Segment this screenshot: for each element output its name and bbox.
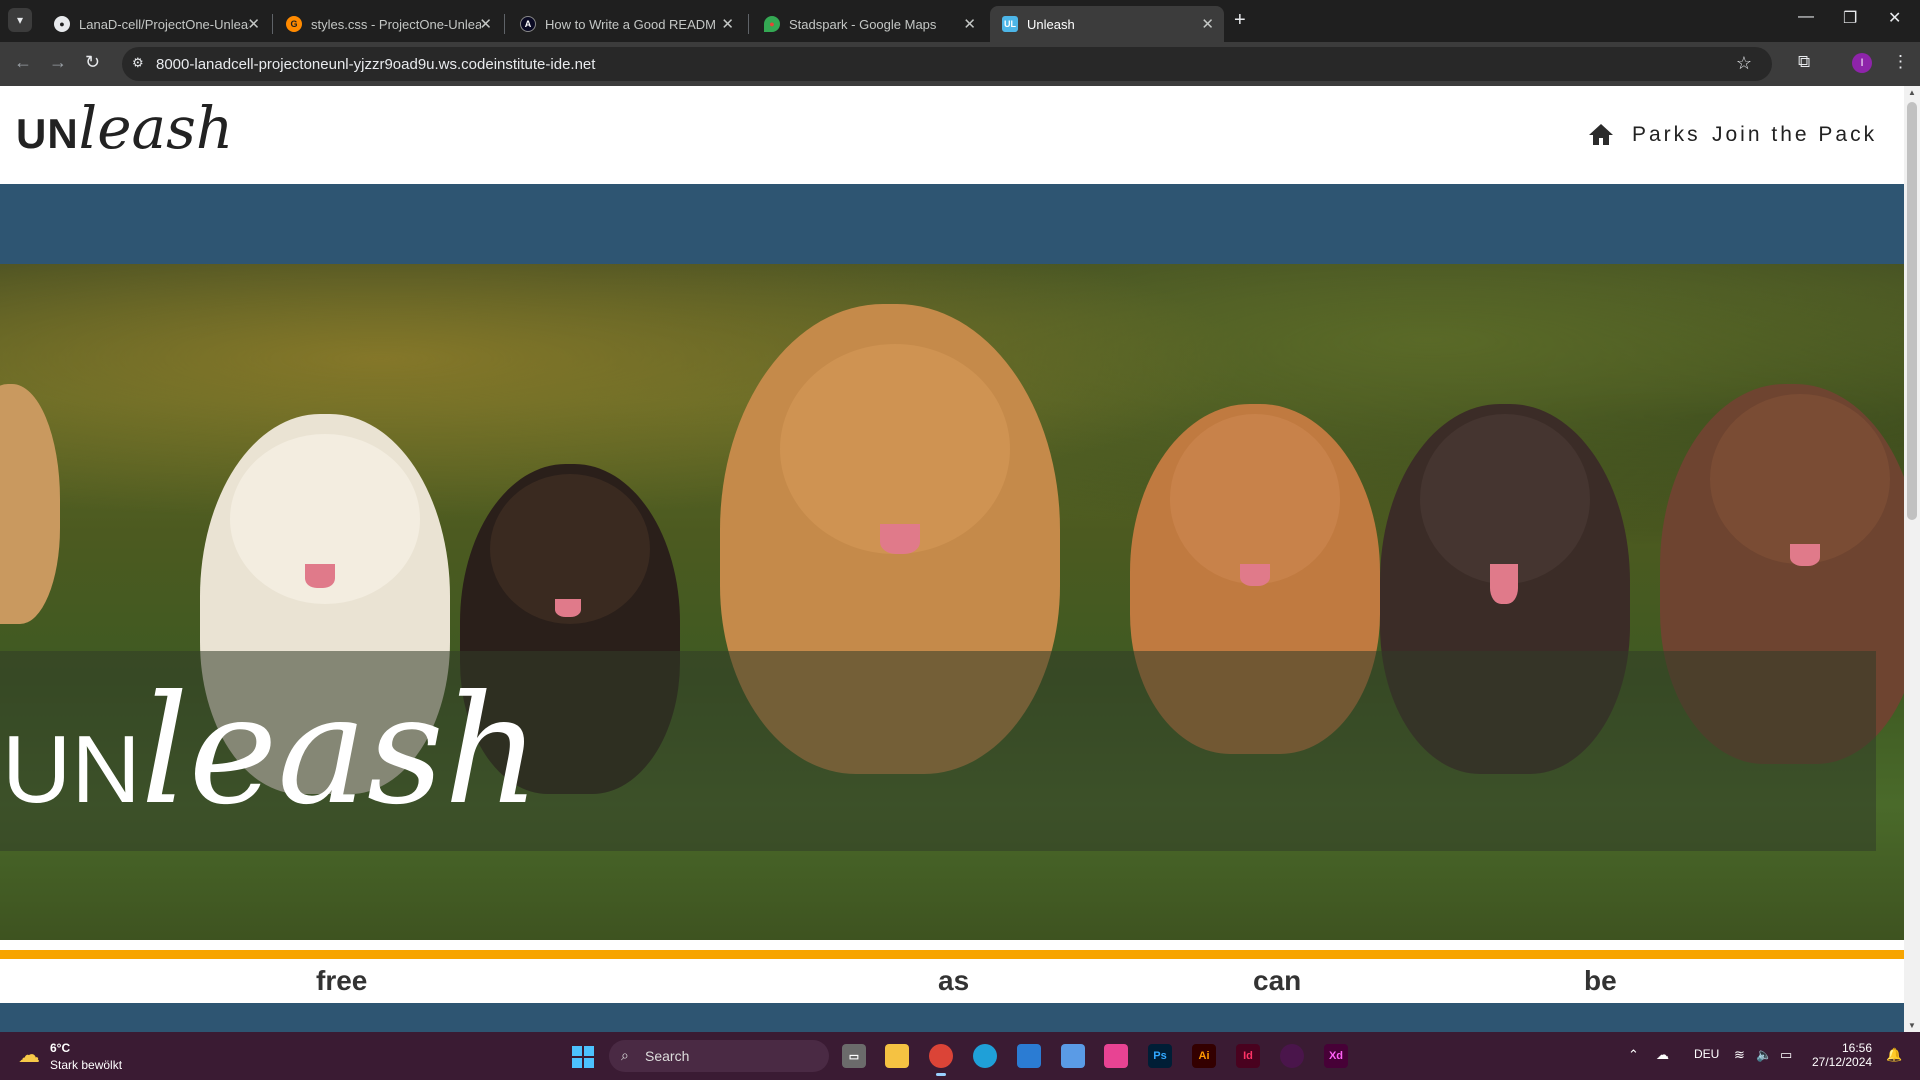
page-viewport: UNleash Parks Join the Pack UNleash free… xyxy=(0,86,1904,1032)
tab-divider xyxy=(504,14,505,34)
illustrator-icon[interactable]: Ai xyxy=(1192,1044,1216,1068)
accent-line xyxy=(0,950,1904,959)
tab-title: Stadspark - Google Maps xyxy=(789,16,937,32)
tab-search-menu-button[interactable]: ▾ xyxy=(8,8,32,32)
tab-title: styles.css - ProjectOne-Unleash xyxy=(311,16,481,32)
next-section-band xyxy=(0,1003,1904,1032)
battery-icon[interactable]: ▭ xyxy=(1780,1047,1792,1063)
close-icon[interactable]: ✕ xyxy=(721,15,734,33)
header-band xyxy=(0,184,1904,264)
windows-start-icon[interactable] xyxy=(572,1046,594,1068)
browser-tab-bar: ▾ ● LanaD-cell/ProjectOne-Unleash ✕ G st… xyxy=(0,0,1920,42)
weather-cloud-icon[interactable]: ☁ xyxy=(18,1042,40,1068)
profile-avatar[interactable]: I xyxy=(1852,53,1872,73)
extensions-icon[interactable]: ⧉ xyxy=(1798,52,1810,72)
tagline-word: can xyxy=(1253,965,1302,996)
close-icon[interactable]: ✕ xyxy=(247,15,260,33)
logo-un: UN xyxy=(16,110,79,157)
adobe-xd-icon[interactable]: Xd xyxy=(1324,1044,1348,1068)
nav-join-the-pack-link[interactable]: Join the Pack xyxy=(1712,123,1877,147)
scroll-up-arrow-icon[interactable]: ▲ xyxy=(1908,88,1916,97)
wifi-icon[interactable]: ≋ xyxy=(1734,1047,1745,1063)
keyboard-language[interactable]: DEU xyxy=(1694,1047,1719,1061)
tab-divider xyxy=(272,14,273,34)
search-icon: ⌕ xyxy=(621,1047,629,1063)
microsoft-store-icon[interactable] xyxy=(1017,1044,1041,1068)
volume-icon[interactable]: 🔈 xyxy=(1756,1047,1772,1063)
hero-title-un: UN xyxy=(2,716,141,823)
tab-unleash[interactable]: UL Unleash ✕ xyxy=(990,6,1224,42)
new-tab-button[interactable]: + xyxy=(1234,9,1246,32)
tab-title: LanaD-cell/ProjectOne-Unleash xyxy=(79,16,249,32)
google-maps-icon: ● xyxy=(764,16,780,32)
system-clock[interactable]: 16:56 27/12/2024 xyxy=(1812,1041,1872,1069)
freecodecamp-icon: A xyxy=(520,16,536,32)
indesign-icon[interactable]: Id xyxy=(1236,1044,1260,1068)
gitpod-icon: G xyxy=(286,16,302,32)
windows-taskbar: ☁ 6°C Stark bewölkt ⌕ Search ▭ Ps Ai Id … xyxy=(0,1032,1920,1080)
creative-cloud-icon[interactable] xyxy=(1104,1044,1128,1068)
browser-toolbar: ← → ↻ ⚙ 8000-lanadcell-projectoneunl-yjz… xyxy=(0,42,1920,86)
github-icon: ● xyxy=(54,16,70,32)
hero-title-leash: leash xyxy=(140,664,541,838)
minimize-button[interactable]: — xyxy=(1798,8,1814,26)
site-header: UNleash Parks Join the Pack xyxy=(0,86,1904,184)
hero-title: UNleash xyxy=(2,664,540,838)
calendar-icon[interactable] xyxy=(1061,1044,1085,1068)
taskbar-search[interactable]: ⌕ Search xyxy=(609,1040,829,1072)
tab-google-maps[interactable]: ● Stadspark - Google Maps ✕ xyxy=(752,6,986,42)
logo-leash: leash xyxy=(78,94,234,162)
tagline-word: be xyxy=(1584,965,1617,996)
tab-github[interactable]: ● LanaD-cell/ProjectOne-Unleash ✕ xyxy=(42,6,270,42)
scroll-down-arrow-icon[interactable]: ▼ xyxy=(1908,1021,1916,1030)
browser-menu-icon[interactable]: ⋮ xyxy=(1892,52,1909,72)
close-icon[interactable]: ✕ xyxy=(1201,15,1214,33)
back-arrow-icon[interactable]: ← xyxy=(14,52,32,73)
chrome-icon[interactable] xyxy=(929,1044,953,1076)
search-label: Search xyxy=(645,1048,690,1064)
tab-title: How to Write a Good README xyxy=(545,16,715,32)
tagline-row: free as can be xyxy=(0,959,1904,1003)
close-icon[interactable]: ✕ xyxy=(963,15,976,33)
close-icon[interactable]: ✕ xyxy=(479,15,492,33)
home-icon[interactable] xyxy=(1588,122,1614,146)
tab-styles-css[interactable]: G styles.css - ProjectOne-Unleash ✕ xyxy=(274,6,502,42)
site-logo[interactable]: UNleash xyxy=(16,94,233,162)
weather-temperature[interactable]: 6°C xyxy=(50,1041,70,1055)
tab-readme[interactable]: A How to Write a Good README ✕ xyxy=(508,6,744,42)
clock-time: 16:56 xyxy=(1841,1041,1872,1055)
weather-description[interactable]: Stark bewölkt xyxy=(50,1058,122,1072)
file-explorer-icon[interactable] xyxy=(885,1044,909,1068)
edge-icon[interactable] xyxy=(973,1044,997,1068)
forward-arrow-icon[interactable]: → xyxy=(49,52,67,73)
chevron-up-icon[interactable]: ⌃ xyxy=(1628,1047,1639,1063)
slack-icon[interactable] xyxy=(1280,1044,1304,1068)
tab-title: Unleash xyxy=(1027,16,1075,32)
restore-button[interactable]: ❐ xyxy=(1843,8,1857,28)
nav-parks-link[interactable]: Parks xyxy=(1632,123,1701,147)
onedrive-cloud-icon[interactable]: ☁ xyxy=(1656,1047,1669,1063)
clock-date: 27/12/2024 xyxy=(1812,1055,1873,1069)
url-text[interactable]: 8000-lanadcell-projectoneunl-yjzzr9oad9u… xyxy=(156,56,595,73)
tagline-word: as xyxy=(938,965,970,996)
tab-divider xyxy=(748,14,749,34)
notification-bell-icon[interactable]: 🔔 xyxy=(1886,1047,1902,1063)
scrollbar-thumb[interactable] xyxy=(1907,102,1917,520)
reload-icon[interactable]: ↻ xyxy=(85,52,100,73)
task-view-icon[interactable]: ▭ xyxy=(842,1044,866,1068)
tagline-word: free xyxy=(316,965,368,996)
unleash-favicon: UL xyxy=(1002,16,1018,32)
page-scrollbar[interactable]: ▲ ▼ xyxy=(1904,86,1920,1032)
close-window-button[interactable]: ✕ xyxy=(1888,8,1901,28)
site-info-icon[interactable]: ⚙ xyxy=(132,55,144,71)
address-bar[interactable]: ⚙ 8000-lanadcell-projectoneunl-yjzzr9oad… xyxy=(122,47,1772,81)
bookmark-star-icon[interactable]: ☆ xyxy=(1736,53,1752,74)
photoshop-icon[interactable]: Ps xyxy=(1148,1044,1172,1068)
